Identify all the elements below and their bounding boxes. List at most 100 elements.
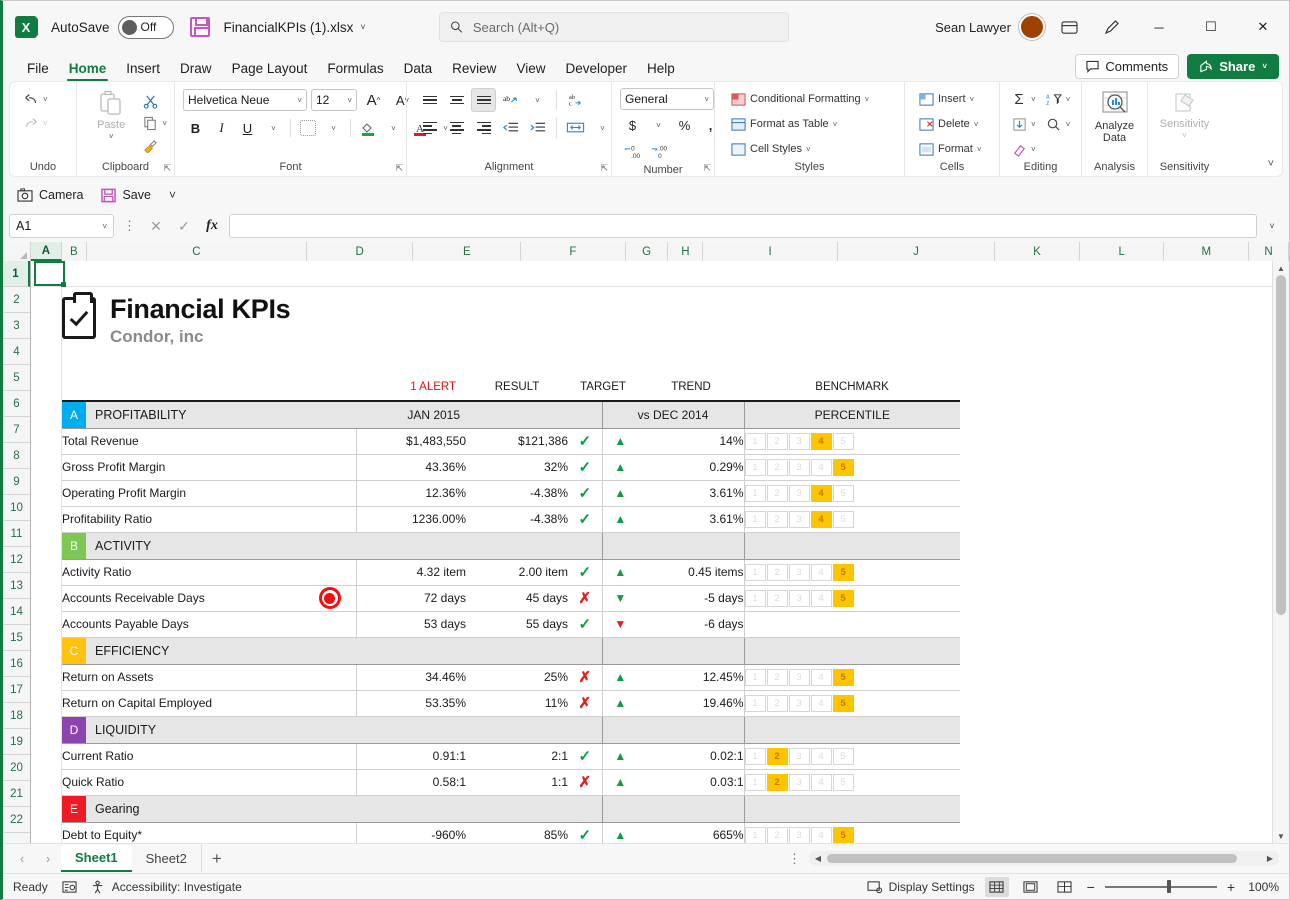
bold-button[interactable]: B [183, 116, 208, 140]
percent-style-button[interactable]: % [672, 113, 697, 137]
align-top-button[interactable] [417, 88, 442, 112]
row-header-5[interactable]: 5 [3, 365, 30, 391]
fill-color-button[interactable] [355, 116, 380, 140]
row-header-9[interactable]: 9 [3, 469, 30, 495]
insert-cells-button[interactable]: Insert ˅ [915, 88, 977, 110]
align-left-button[interactable] [417, 116, 442, 140]
cancel-formula-button[interactable]: ✕ [145, 214, 167, 238]
sort-filter-chevron-down-icon[interactable]: ˅ [1066, 95, 1071, 104]
formula-bar-options-icon[interactable]: ⋮ [120, 218, 139, 234]
table-row[interactable]: Gross Profit Margin 43.36% 32% ✓ ▲ 0.29%… [62, 454, 961, 481]
file-name-chevron-down-icon[interactable]: ˅ [360, 22, 365, 32]
select-all-corner[interactable] [3, 242, 31, 261]
vertical-scrollbar[interactable]: ▲ ▼ [1272, 261, 1289, 843]
column-header-M[interactable]: M [1164, 242, 1250, 261]
tab-review[interactable]: Review [442, 59, 506, 81]
insert-cells-chevron-down-icon[interactable]: ˅ [970, 95, 975, 104]
selected-cell-A1[interactable] [34, 261, 66, 287]
row-header-2[interactable]: 2 [3, 287, 30, 313]
next-sheet-button[interactable]: › [35, 846, 61, 872]
format-cells-chevron-down-icon[interactable]: ˅ [977, 145, 982, 154]
row-header-20[interactable]: 20 [3, 755, 30, 781]
collapse-ribbon-chevron-icon[interactable]: ˅ [1268, 158, 1274, 170]
tab-formulas[interactable]: Formulas [317, 59, 393, 81]
record-macro-button[interactable] [62, 880, 77, 894]
align-right-button[interactable] [471, 116, 496, 140]
sensitivity-chevron-down-icon[interactable]: ˅ [1182, 131, 1187, 140]
comments-button[interactable]: Comments [1075, 54, 1180, 79]
zoom-out-button[interactable]: − [1087, 879, 1095, 895]
row-header-10[interactable]: 10 [3, 495, 30, 521]
tab-view[interactable]: View [506, 59, 555, 81]
column-header-K[interactable]: K [995, 242, 1080, 261]
vertical-scrollbar-thumb[interactable] [1276, 275, 1286, 615]
table-row[interactable]: Accounts Receivable Days 72 days 45 days… [62, 585, 961, 612]
sheet-tab-sheet1[interactable]: Sheet1 [61, 845, 132, 872]
row-header-16[interactable]: 16 [3, 651, 30, 677]
scroll-left-arrow-icon[interactable]: ◀ [809, 854, 827, 863]
redo-chevron-down-icon[interactable]: ˅ [43, 119, 48, 128]
table-row[interactable]: Return on Assets 34.46% 25% ✗ ▲ 12.45% 1… [62, 664, 961, 691]
increase-indent-button[interactable] [525, 116, 550, 140]
number-dialog-launcher[interactable]: ⇱ [703, 163, 711, 174]
conditional-formatting-button[interactable]: Conditional Formatting ˅ [727, 88, 872, 110]
orientation-button[interactable]: ab [498, 88, 523, 112]
undo-chevron-down-icon[interactable]: ˅ [43, 95, 48, 104]
conditional-formatting-chevron-down-icon[interactable]: ˅ [865, 95, 870, 104]
row-header-4[interactable]: 4 [3, 339, 30, 365]
cell-styles-button[interactable]: Cell Styles ˅ [727, 138, 814, 160]
row-header-12[interactable]: 12 [3, 547, 30, 573]
table-row[interactable]: Quick Ratio 0.58:1 1:1 ✗ ▲ 0.03:1 1 2 3 [62, 769, 961, 796]
column-header-A[interactable]: A [31, 242, 62, 261]
horizontal-scrollbar-thumb[interactable] [827, 854, 1237, 863]
zoom-slider-handle[interactable] [1166, 880, 1171, 893]
close-button[interactable]: ✕ [1241, 10, 1285, 44]
format-as-table-chevron-down-icon[interactable]: ˅ [833, 120, 838, 129]
delete-cells-chevron-down-icon[interactable]: ˅ [974, 120, 979, 129]
formula-input[interactable] [229, 214, 1257, 238]
search-input[interactable] [470, 18, 778, 36]
scroll-up-arrow-icon[interactable]: ▲ [1273, 261, 1289, 275]
page-break-view-icon[interactable] [1053, 877, 1077, 897]
insert-function-button[interactable]: fx [201, 214, 223, 238]
delete-cells-button[interactable]: Delete ˅ [915, 113, 981, 135]
row-header-11[interactable]: 11 [3, 521, 30, 547]
tab-data[interactable]: Data [394, 59, 443, 81]
minimize-button[interactable]: ─ [1137, 10, 1181, 44]
tab-developer[interactable]: Developer [555, 59, 637, 81]
zoom-slider[interactable] [1104, 879, 1217, 895]
cut-button[interactable] [139, 90, 170, 112]
table-row[interactable]: Profitability Ratio 1236.00% -4.38% ✓ ▲ … [62, 506, 961, 533]
confirm-formula-button[interactable]: ✓ [173, 214, 195, 238]
paste-chevron-down-icon[interactable]: ˅ [109, 132, 114, 141]
table-row[interactable]: Current Ratio 0.91:1 2:1 ✓ ▲ 0.02:1 1 2 … [62, 743, 961, 770]
horizontal-scrollbar[interactable]: ◀ ▶ [809, 851, 1279, 866]
expand-formula-bar-chevron-icon[interactable]: ˅ [1263, 221, 1281, 231]
column-header-D[interactable]: D [306, 242, 414, 261]
qat-save-button[interactable]: Save [101, 188, 151, 203]
row-header-6[interactable]: 6 [3, 391, 30, 417]
accounting-chevron-down-icon[interactable]: ˅ [646, 113, 671, 137]
undo-button[interactable]: ˅ [20, 88, 51, 110]
row-header-18[interactable]: 18 [3, 703, 30, 729]
increase-font-size-button[interactable]: A ^ [361, 88, 386, 112]
autosum-chevron-down-icon[interactable]: ˅ [1031, 95, 1036, 104]
search-box[interactable] [438, 12, 789, 42]
row-header-1[interactable]: 1 [3, 261, 30, 287]
row-header-19[interactable]: 19 [3, 729, 30, 755]
tab-file[interactable]: File [17, 59, 59, 81]
previous-sheet-button[interactable]: ‹ [9, 846, 35, 872]
tab-draw[interactable]: Draw [170, 59, 222, 81]
add-sheet-button[interactable]: + [202, 846, 232, 872]
pen-icon[interactable] [1095, 10, 1129, 44]
redo-button[interactable]: ˅ [20, 112, 51, 134]
tab-home[interactable]: Home [59, 59, 117, 81]
font-name-select[interactable]: Helvetica Neue ˅ [183, 89, 307, 111]
table-row[interactable]: Activity Ratio 4.32 item 2.00 item ✓ ▲ 0… [62, 559, 961, 586]
format-painter-button[interactable] [139, 134, 170, 156]
align-bottom-button[interactable] [471, 88, 496, 112]
vertical-scrollbar-track[interactable] [1276, 275, 1286, 829]
accessibility-button[interactable]: Accessibility: Investigate [91, 880, 242, 894]
decrease-decimal-button[interactable]: .00 0 [647, 140, 672, 164]
tab-page-layout[interactable]: Page Layout [222, 59, 318, 81]
